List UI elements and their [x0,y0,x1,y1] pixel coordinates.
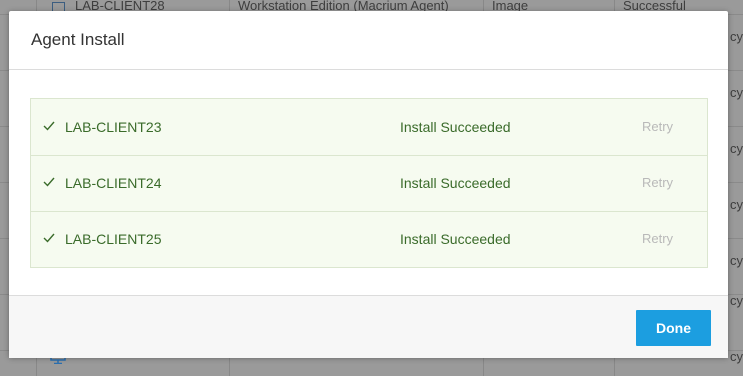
bg-side-label: cy [730,141,743,156]
install-results-list: LAB-CLIENT23 Install Succeeded Retry LAB… [30,98,708,268]
check-icon [43,175,55,187]
dialog-footer: Done [9,295,728,358]
install-status: Install Succeeded [400,175,511,191]
dialog-header: Agent Install [9,11,728,70]
bg-side-label: cy [730,197,743,212]
agent-install-dialog: Agent Install LAB-CLIENT23 Install Succe… [9,11,728,358]
retry-button[interactable]: Retry [642,119,673,134]
check-icon [43,119,55,131]
host-name: LAB-CLIENT24 [65,175,162,191]
bg-side-label: cy [730,293,743,308]
dialog-title: Agent Install [31,30,125,49]
host-name: LAB-CLIENT25 [65,231,162,247]
host-name: LAB-CLIENT23 [65,119,162,135]
retry-button[interactable]: Retry [642,231,673,246]
install-status: Install Succeeded [400,231,511,247]
list-item: LAB-CLIENT24 Install Succeeded Retry [31,155,707,212]
bg-side-label: cy [730,29,743,44]
check-icon [43,231,55,243]
list-item: LAB-CLIENT23 Install Succeeded Retry [31,99,707,156]
done-button[interactable]: Done [636,310,711,346]
retry-button[interactable]: Retry [642,175,673,190]
bg-side-label: cy [730,253,743,268]
bg-side-label: cy [730,85,743,100]
install-status: Install Succeeded [400,119,511,135]
list-item: LAB-CLIENT25 Install Succeeded Retry [31,211,707,267]
bg-side-label: cy [730,349,743,364]
